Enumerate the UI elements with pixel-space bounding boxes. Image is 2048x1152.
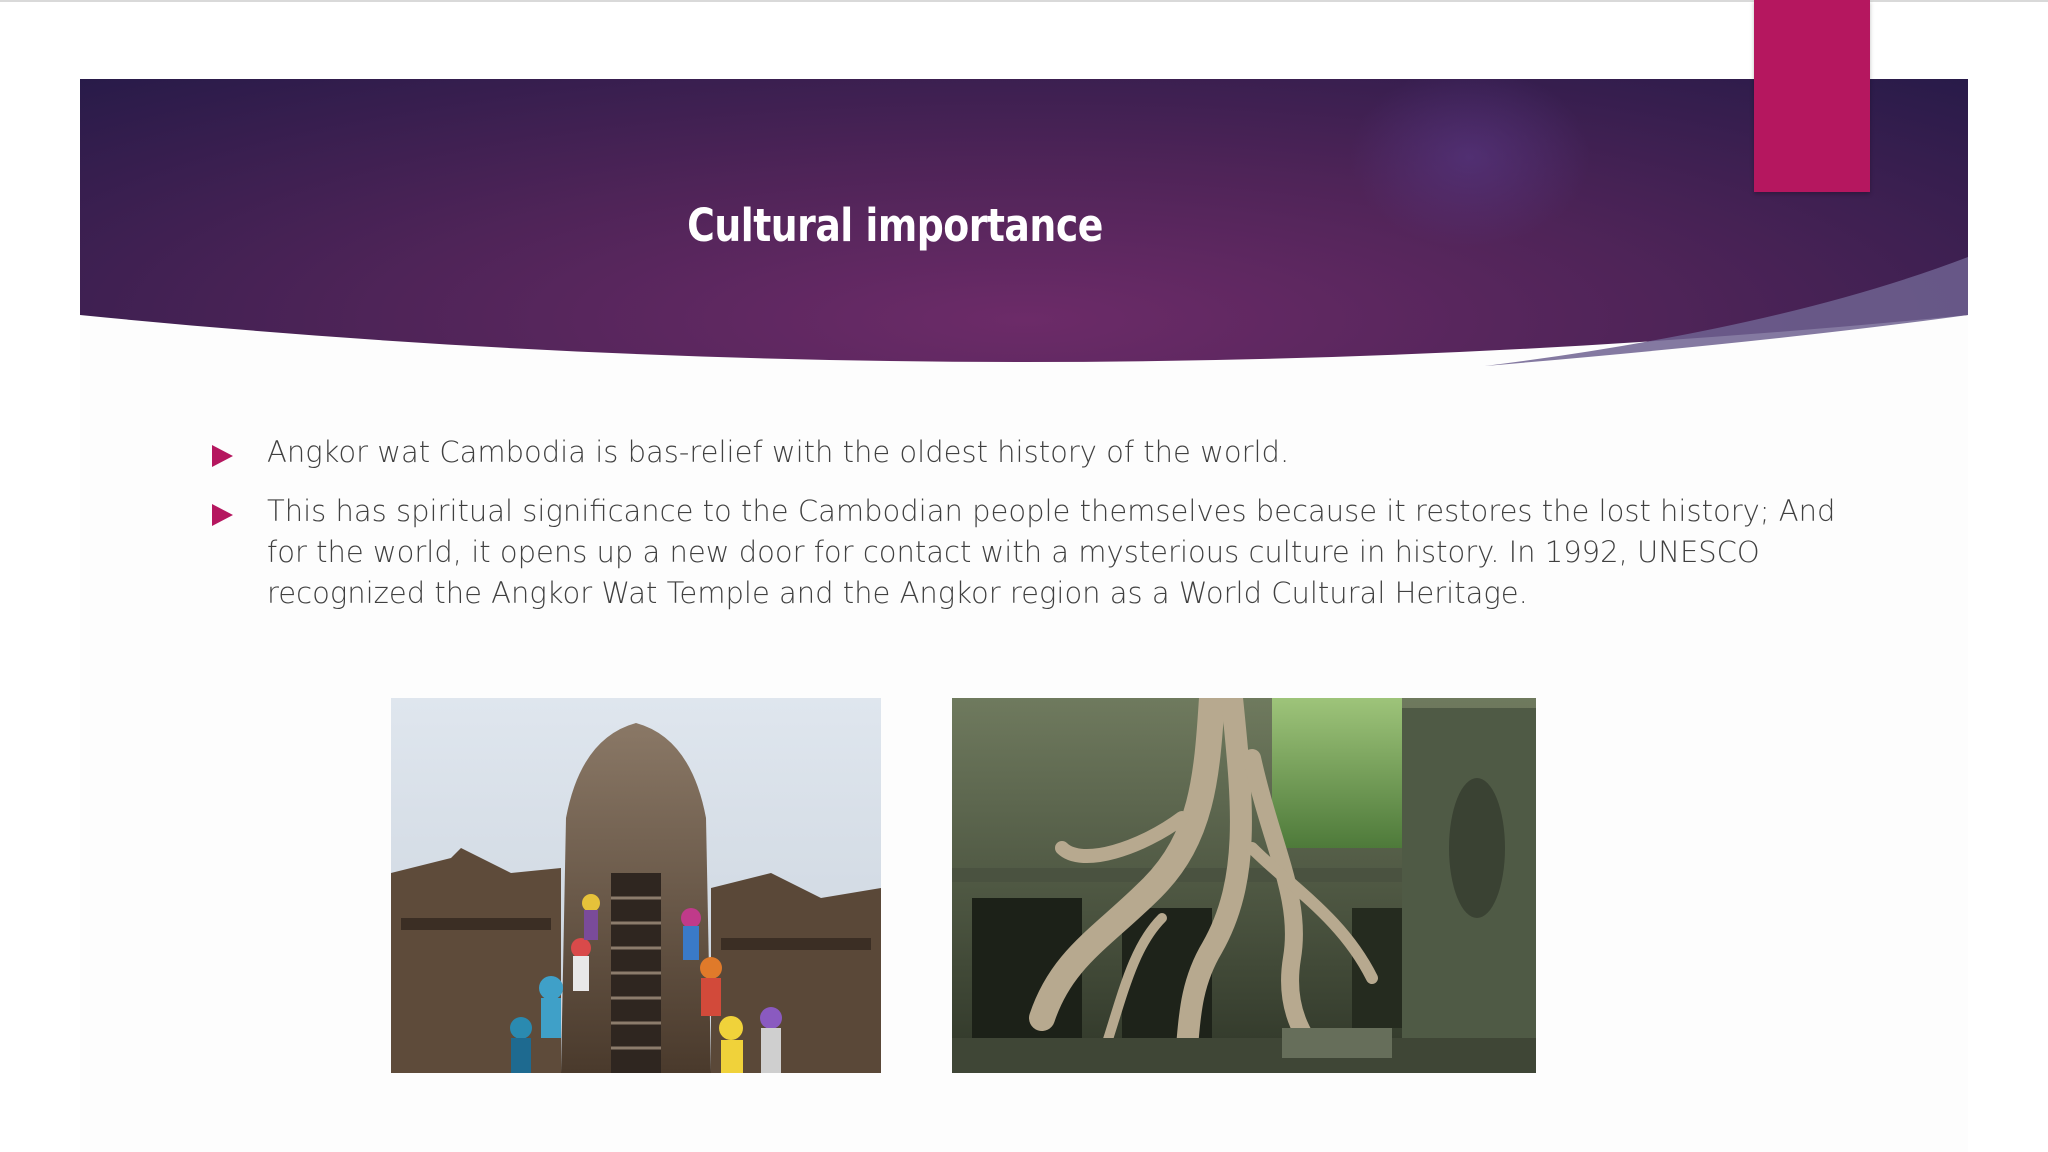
bullet-text: Angkor wat Cambodia is bas-relief with t… xyxy=(267,435,1290,469)
top-divider xyxy=(0,0,2048,2)
bullet-item: Angkor wat Cambodia is bas-relief with t… xyxy=(210,432,1850,473)
bullet-text: This has spiritual significance to the C… xyxy=(267,494,1836,610)
triangle-right-icon xyxy=(212,504,233,526)
bullet-item: This has spiritual significance to the C… xyxy=(210,491,1850,614)
slide-title: Cultural importance xyxy=(687,199,1103,252)
tree-roots-over-temple-ruins-photo xyxy=(952,698,1536,1073)
bullet-list: Angkor wat Cambodia is bas-relief with t… xyxy=(210,432,1850,632)
accent-tab xyxy=(1754,0,1870,192)
tourists-climbing-temple-stairs-photo xyxy=(391,698,881,1073)
triangle-right-icon xyxy=(212,445,233,467)
